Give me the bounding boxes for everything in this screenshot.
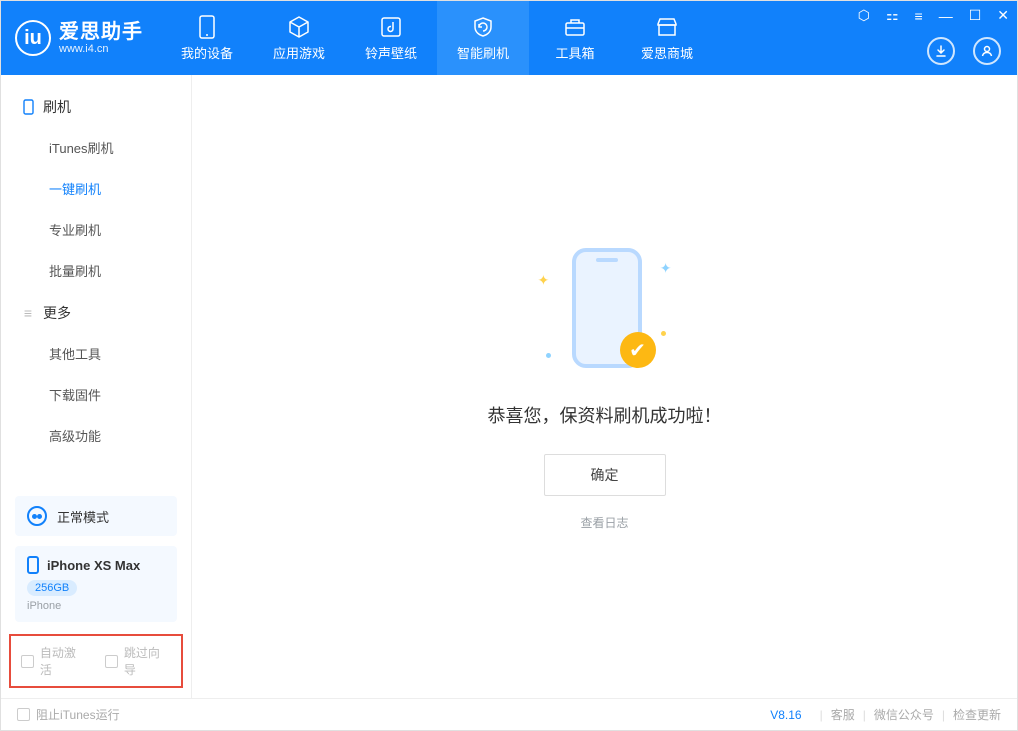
main-tabs: 我的设备 应用游戏 铃声壁纸 智能刷机 工具箱 爱思商城 (161, 1, 713, 75)
main-panel: ✔ ✦ ✦ 恭喜您，保资料刷机成功啦！ 确定 查看日志 (192, 75, 1017, 698)
sidebar-item-itunes-flash[interactable]: iTunes刷机 (1, 127, 191, 168)
checkbox-auto-activate[interactable]: 自动激活 (21, 644, 87, 678)
music-icon (379, 15, 403, 39)
mode-label: 正常模式 (57, 507, 109, 526)
dot-icon (661, 331, 666, 336)
checkbox-label: 自动激活 (40, 644, 87, 678)
footer-link-update[interactable]: 检查更新 (953, 706, 1001, 723)
tab-label: 铃声壁纸 (365, 43, 417, 62)
separator: | (942, 708, 945, 722)
version-label: V8.16 (770, 708, 801, 722)
mode-card[interactable]: 正常模式 (15, 496, 177, 536)
tab-label: 我的设备 (181, 43, 233, 62)
sidebar-group-more: ≡ 更多 (1, 291, 191, 333)
sparkle-icon: ✦ (538, 272, 550, 289)
minimize-button[interactable]: ― (939, 8, 953, 24)
checkbox-block-itunes[interactable]: 阻止iTunes运行 (17, 706, 120, 723)
app-title: 爱思助手 (59, 21, 143, 43)
success-panel: ✔ ✦ ✦ 恭喜您，保资料刷机成功啦！ 确定 查看日志 (488, 242, 722, 531)
group-title: 更多 (43, 303, 71, 323)
cube-icon (287, 15, 311, 39)
sidebar-item-advanced[interactable]: 高级功能 (1, 415, 191, 456)
sidebar-group-flash: 刷机 (1, 85, 191, 127)
device-type: iPhone (27, 600, 165, 612)
sidebar-item-batch-flash[interactable]: 批量刷机 (1, 250, 191, 291)
phone-small-icon (21, 100, 35, 114)
logo-area: iu 爱思助手 www.i4.cn (1, 20, 161, 56)
sidebar-item-download-firmware[interactable]: 下载固件 (1, 374, 191, 415)
download-button[interactable] (927, 37, 955, 65)
tab-apps-games[interactable]: 应用游戏 (253, 1, 345, 75)
phone-icon (27, 556, 39, 574)
tab-label: 应用游戏 (273, 43, 325, 62)
device-panel: 正常模式 iPhone XS Max 256GB iPhone (1, 486, 191, 628)
checkbox-icon (21, 655, 34, 668)
sidebar-item-pro-flash[interactable]: 专业刷机 (1, 209, 191, 250)
group-title: 刷机 (43, 97, 71, 117)
user-button[interactable] (973, 37, 1001, 65)
ok-button[interactable]: 确定 (544, 454, 666, 496)
footer-right: V8.16 | 客服 | 微信公众号 | 检查更新 (770, 706, 1001, 723)
sidebar-item-other-tools[interactable]: 其他工具 (1, 333, 191, 374)
app-subtitle: www.i4.cn (59, 43, 143, 55)
sidebar: 刷机 iTunes刷机 一键刷机 专业刷机 批量刷机 ≡ 更多 其他工具 下载固… (1, 75, 192, 698)
list-icon: ≡ (21, 306, 35, 320)
success-illustration: ✔ ✦ ✦ (530, 242, 680, 382)
separator: | (820, 708, 823, 722)
tab-label: 工具箱 (555, 43, 594, 62)
sparkle-icon: ✦ (660, 260, 672, 277)
footer-left: 阻止iTunes运行 (17, 706, 760, 723)
settings-icon[interactable]: ⚏ (886, 7, 899, 24)
checkbox-label: 阻止iTunes运行 (36, 706, 120, 723)
theme-icon[interactable]: ⬡ (858, 7, 870, 24)
mode-icon (27, 506, 47, 526)
tab-store[interactable]: 爱思商城 (621, 1, 713, 75)
separator: | (863, 708, 866, 722)
maximize-button[interactable]: ☐ (969, 7, 982, 24)
checkbox-icon (17, 708, 30, 721)
device-name: iPhone XS Max (47, 558, 140, 573)
tab-label: 爱思商城 (641, 43, 693, 62)
tab-smart-flash[interactable]: 智能刷机 (437, 1, 529, 75)
footer-link-support[interactable]: 客服 (831, 706, 855, 723)
header-actions (927, 37, 1001, 65)
checkbox-skip-guide[interactable]: 跳过向导 (105, 644, 171, 678)
options-row-highlighted: 自动激活 跳过向导 (9, 634, 183, 688)
checkbox-icon (105, 655, 118, 668)
close-button[interactable]: ✕ (997, 7, 1009, 24)
footer: 阻止iTunes运行 V8.16 | 客服 | 微信公众号 | 检查更新 (1, 698, 1017, 730)
menu-icon[interactable]: ≡ (915, 8, 923, 24)
device-name-row: iPhone XS Max (27, 556, 165, 574)
tab-my-device[interactable]: 我的设备 (161, 1, 253, 75)
tab-toolbox[interactable]: 工具箱 (529, 1, 621, 75)
success-message: 恭喜您，保资料刷机成功啦！ (488, 402, 722, 428)
view-log-link[interactable]: 查看日志 (580, 514, 628, 531)
device-card[interactable]: iPhone XS Max 256GB iPhone (15, 546, 177, 622)
storage-badge: 256GB (27, 580, 77, 596)
app-header: iu 爱思助手 www.i4.cn 我的设备 应用游戏 铃声壁纸 智能刷机 工具… (1, 1, 1017, 75)
check-badge-icon: ✔ (620, 332, 656, 368)
window-controls: ⬡ ⚏ ≡ ― ☐ ✕ (858, 7, 1009, 24)
store-icon (655, 15, 679, 39)
sidebar-scroll: 刷机 iTunes刷机 一键刷机 专业刷机 批量刷机 ≡ 更多 其他工具 下载固… (1, 75, 191, 486)
tab-label: 智能刷机 (457, 43, 509, 62)
refresh-shield-icon (471, 15, 495, 39)
device-icon (195, 15, 219, 39)
toolbox-icon (563, 15, 587, 39)
logo-icon: iu (15, 20, 51, 56)
dot-icon (546, 353, 551, 358)
footer-link-wechat[interactable]: 微信公众号 (874, 706, 934, 723)
tab-ringtones-wallpapers[interactable]: 铃声壁纸 (345, 1, 437, 75)
body: 刷机 iTunes刷机 一键刷机 专业刷机 批量刷机 ≡ 更多 其他工具 下载固… (1, 75, 1017, 698)
sidebar-item-oneclick-flash[interactable]: 一键刷机 (1, 168, 191, 209)
checkbox-label: 跳过向导 (124, 644, 171, 678)
logo-text: 爱思助手 www.i4.cn (59, 21, 143, 55)
